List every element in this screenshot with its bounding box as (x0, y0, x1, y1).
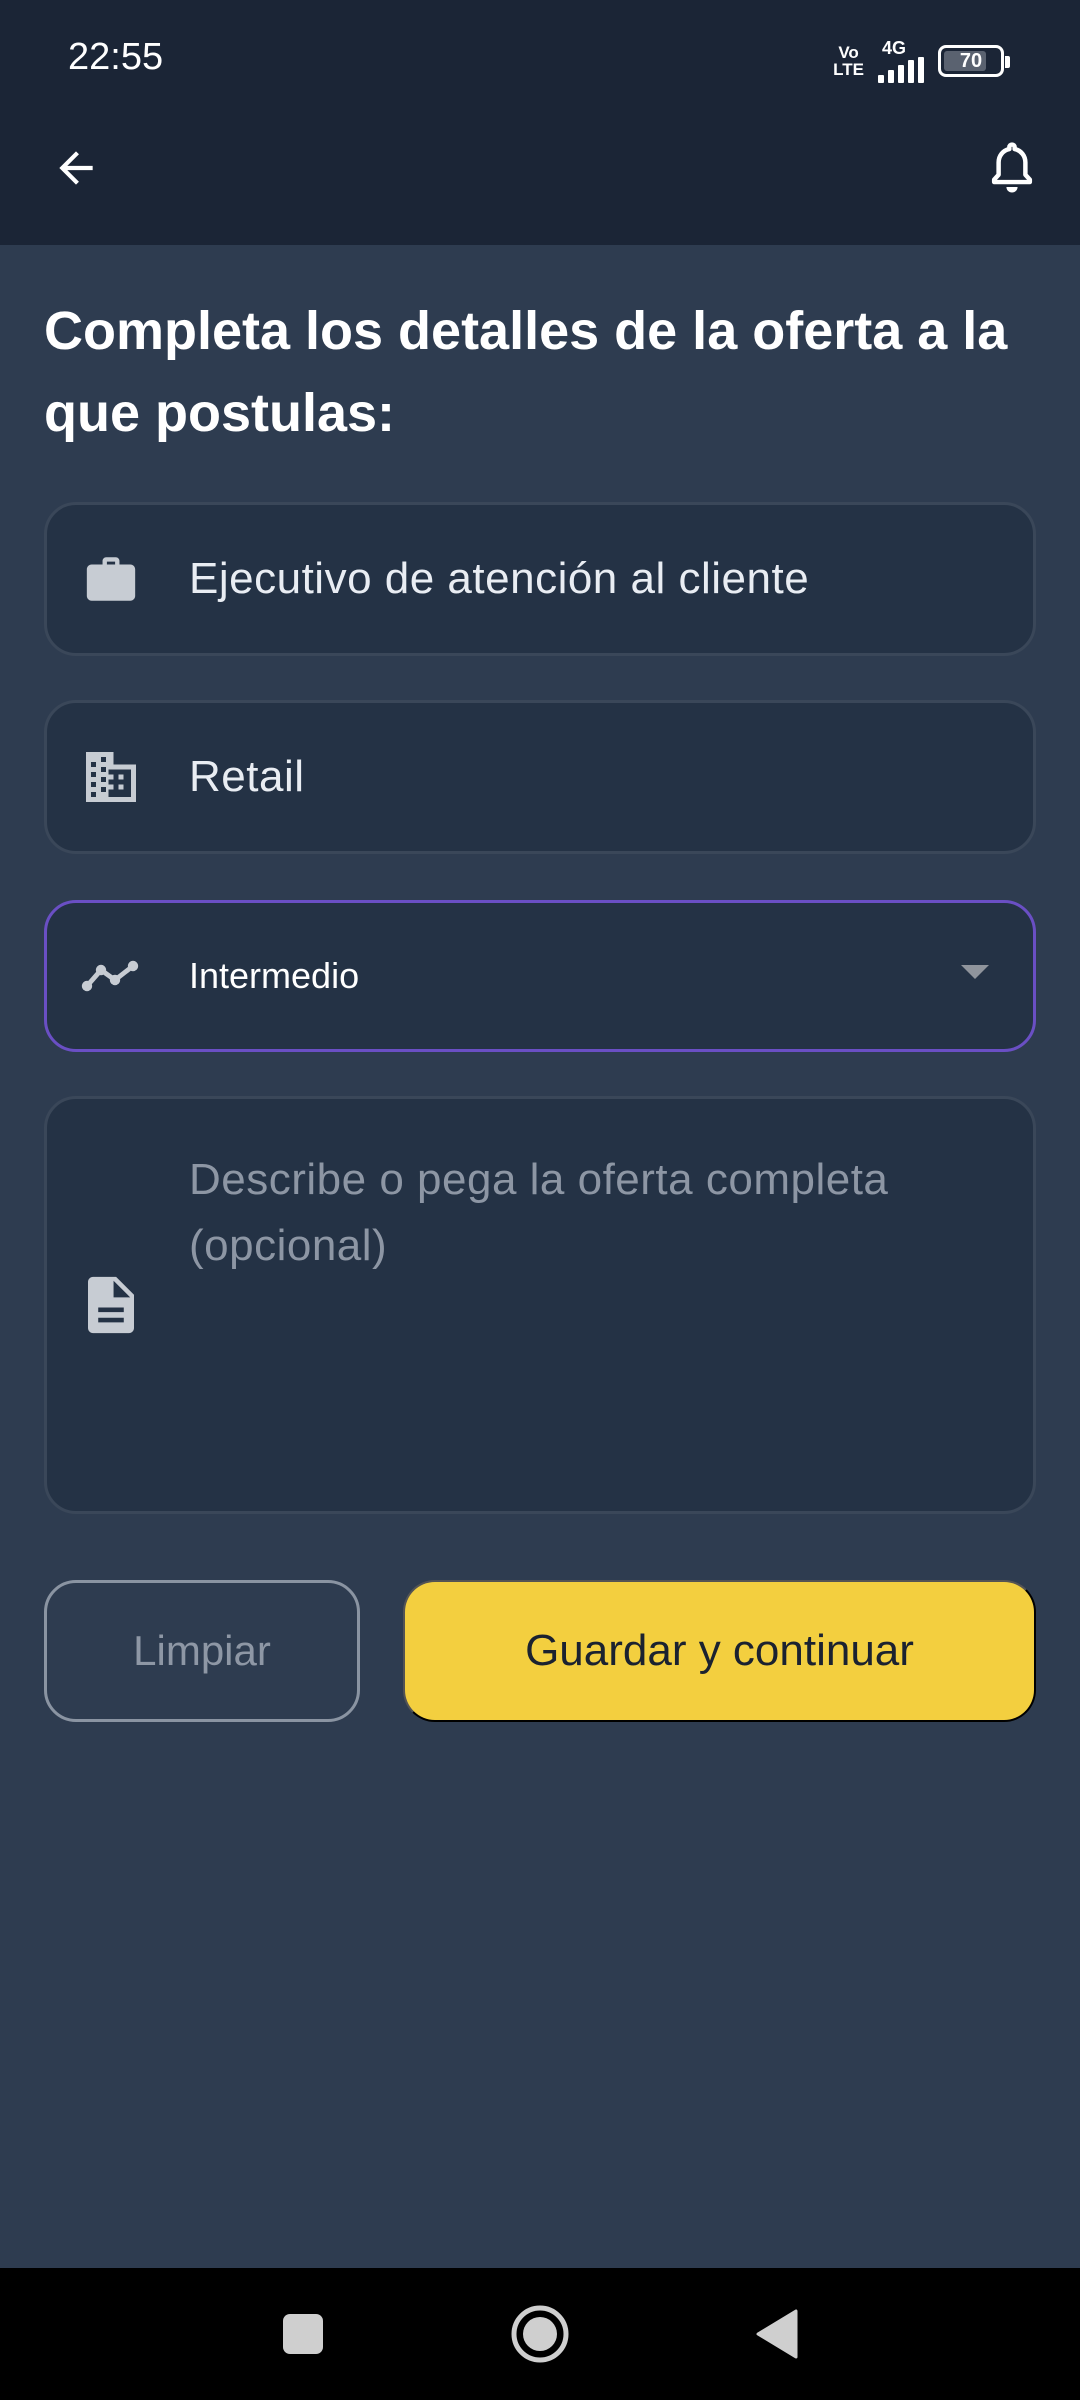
app-bar (0, 120, 1080, 245)
job-title-field[interactable]: Ejecutivo de atención al cliente (44, 502, 1036, 656)
back-nav-button[interactable] (716, 2268, 836, 2400)
status-icons: Vo LTE 4G 70 (833, 36, 1010, 86)
description-textarea[interactable]: Describe o pega la oferta completa (opci… (44, 1096, 1036, 1514)
status-time: 22:55 (68, 36, 164, 78)
system-nav-bar (0, 2268, 1080, 2400)
triangle-back-icon (756, 2309, 798, 2359)
trending-icon (81, 946, 141, 1006)
status-bar: 22:55 Vo LTE 4G 70 (0, 0, 1080, 120)
industry-value: Retail (189, 752, 305, 801)
network-type: 4G (882, 38, 907, 58)
page-title: Completa los detalles de la oferta a la … (44, 301, 1008, 443)
volte-indicator: Vo LTE (833, 43, 864, 79)
home-circle-icon (511, 2305, 569, 2363)
level-value: Intermedio (189, 955, 360, 996)
briefcase-icon (81, 549, 141, 609)
chevron-down-icon (961, 965, 989, 979)
square-icon (283, 2314, 323, 2354)
recent-apps-button[interactable] (243, 2268, 363, 2400)
description-placeholder: Describe o pega la oferta completa (opci… (189, 1155, 889, 1270)
arrow-left-icon (59, 151, 93, 185)
job-title-value: Ejecutivo de atención al cliente (189, 554, 810, 603)
home-button[interactable] (480, 2268, 600, 2400)
save-continue-button[interactable]: Guardar y continuar (403, 1580, 1036, 1722)
battery-icon: 70 (938, 45, 1010, 77)
signal-icon: 4G (878, 39, 924, 83)
notifications-button[interactable] (980, 136, 1044, 200)
bell-icon (991, 142, 1033, 193)
clear-button[interactable]: Limpiar (44, 1580, 360, 1722)
level-select[interactable]: Intermedio (44, 900, 1036, 1052)
battery-level: 70 (959, 49, 983, 72)
building-icon (81, 747, 141, 807)
document-icon (81, 1275, 141, 1335)
back-button[interactable] (44, 136, 108, 200)
industry-field[interactable]: Retail (44, 700, 1036, 854)
